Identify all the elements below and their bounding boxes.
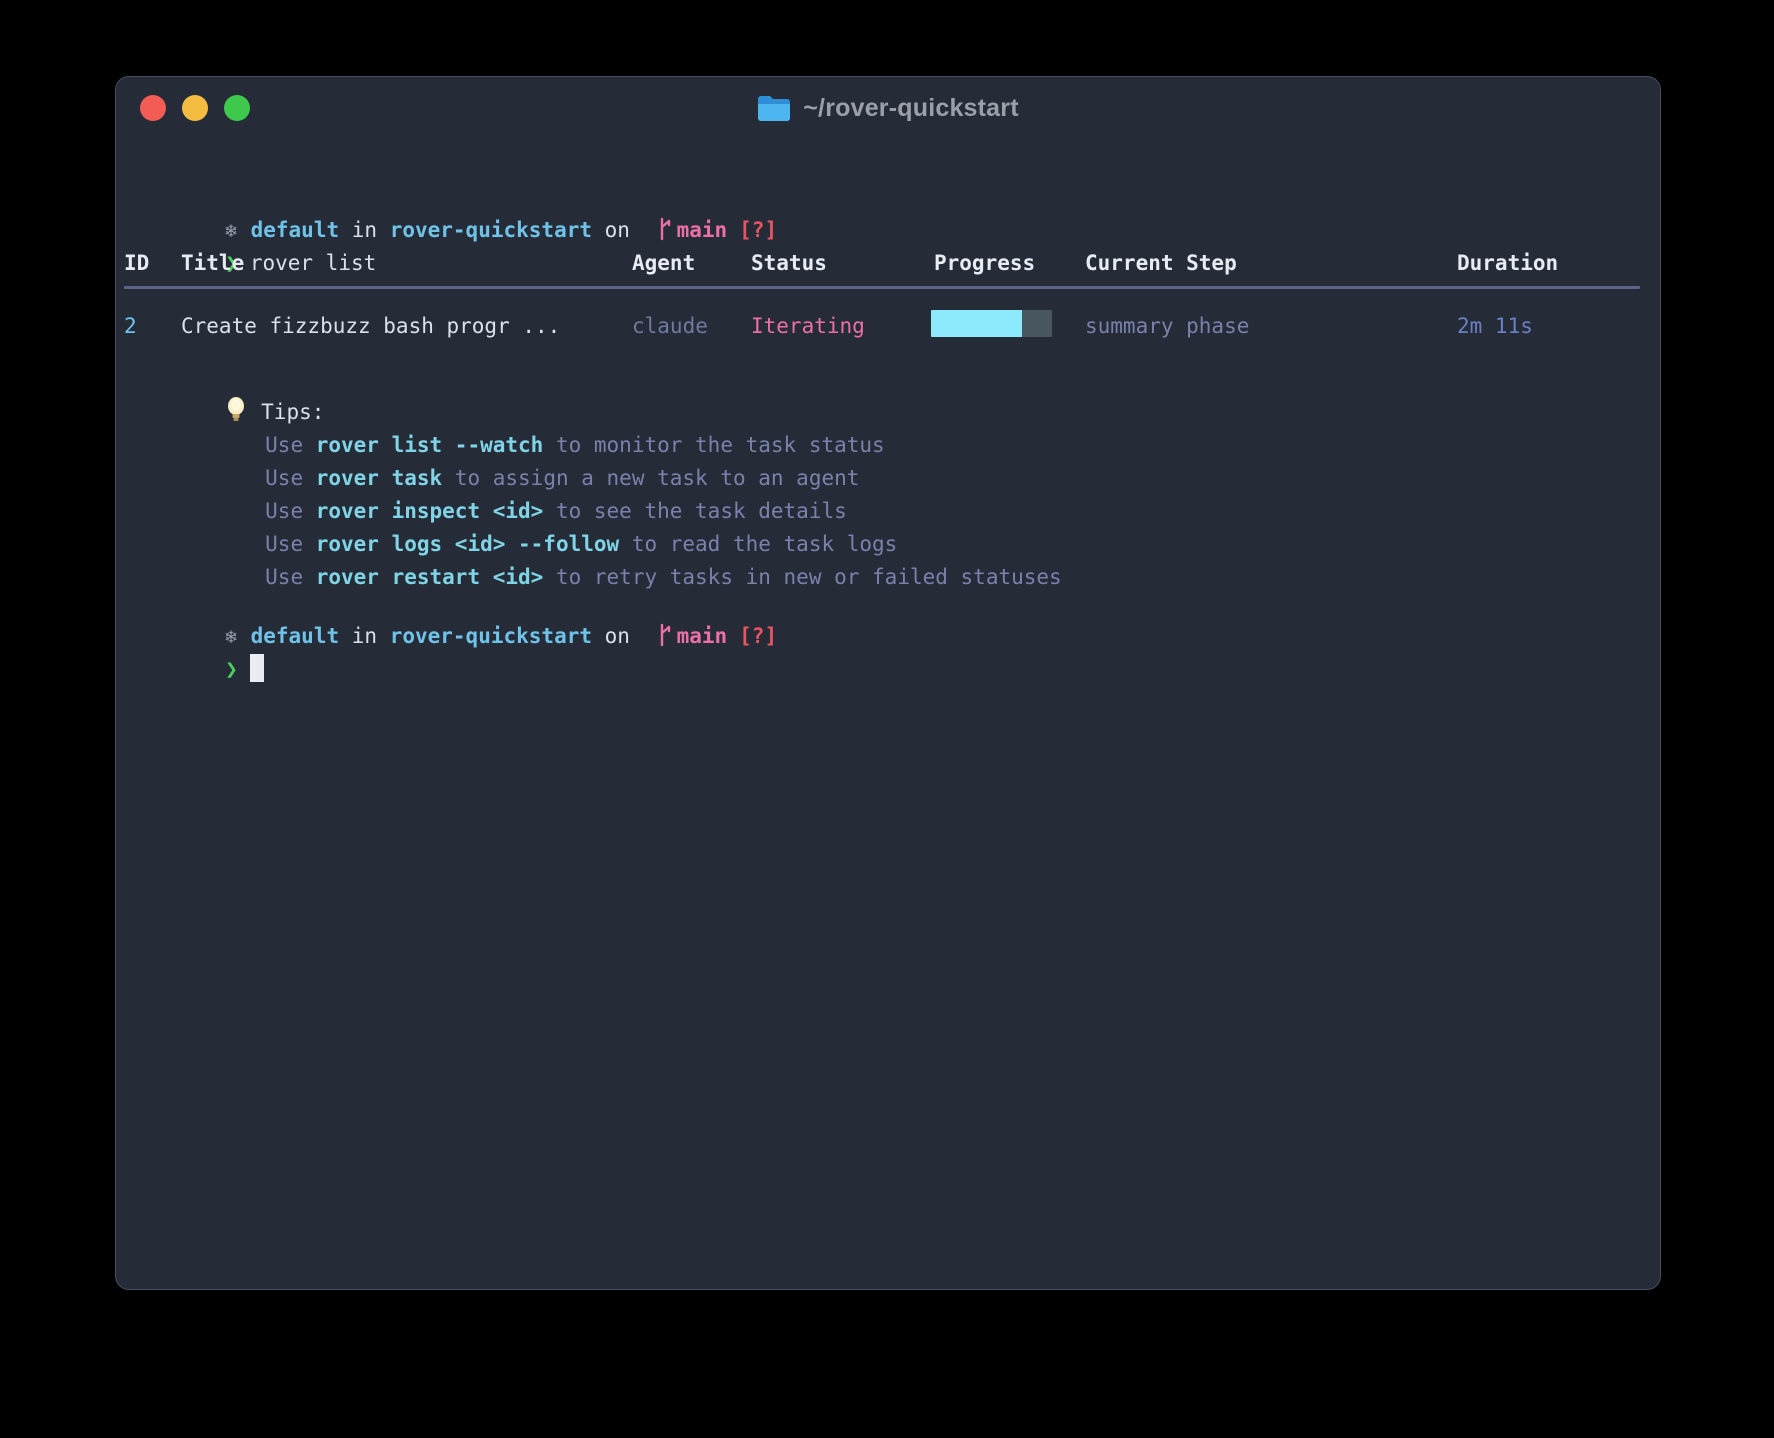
prompt-line: ❄default in rover-quickstart on main[?] <box>124 587 1652 620</box>
header-agent: Agent <box>632 247 695 280</box>
desktop-background: ~/rover-quickstart ❄default in rover-qui… <box>0 0 1774 1438</box>
table-row[interactable]: 2 Create fizzbuzz bash progr ... claude … <box>124 310 1652 343</box>
terminal-window: ~/rover-quickstart ❄default in rover-qui… <box>115 76 1661 1290</box>
tip-line: Use rover task to assign a new task to a… <box>124 429 1652 462</box>
tips-heading-line: Tips: <box>124 363 1652 396</box>
prompt-line: ❄default in rover-quickstart on main[?] <box>124 181 1652 214</box>
tip-line: Use rover list --watch to monitor the ta… <box>124 396 1652 429</box>
task-current-step: summary phase <box>1085 310 1249 343</box>
header-title: Title <box>181 247 244 280</box>
tip-line: Use rover restart <id> to retry tasks in… <box>124 528 1652 561</box>
header-progress: Progress <box>934 247 1035 280</box>
task-title: Create fizzbuzz bash progr ... <box>181 310 560 343</box>
header-current-step: Current Step <box>1085 247 1237 280</box>
progress-fill <box>931 310 1022 337</box>
task-agent: claude <box>632 310 708 343</box>
table-separator <box>124 286 1640 289</box>
progress-bar <box>931 310 1052 337</box>
close-button[interactable] <box>140 95 166 121</box>
window-controls <box>140 95 250 121</box>
header-id: ID <box>124 247 149 280</box>
tip-line: Use rover logs <id> --follow to read the… <box>124 495 1652 528</box>
input-line[interactable]: ❯ <box>124 620 1652 653</box>
task-duration: 2m 11s <box>1457 310 1533 343</box>
window-title-area: ~/rover-quickstart <box>116 77 1660 139</box>
prompt-chevron: ❯ <box>225 657 238 681</box>
task-status: Iterating <box>751 310 865 343</box>
folder-icon <box>757 95 791 122</box>
task-id: 2 <box>124 310 137 343</box>
tip-prefix: Use <box>265 565 316 589</box>
terminal-content[interactable]: ❄default in rover-quickstart on main[?] … <box>116 139 1660 661</box>
tip-line: Use rover inspect <id> to see the task d… <box>124 462 1652 495</box>
table-header-row: ID Title Agent Status Progress Current S… <box>124 247 1652 280</box>
maximize-button[interactable] <box>224 95 250 121</box>
command-line: ❯rover list <box>124 214 1652 247</box>
header-duration: Duration <box>1457 247 1558 280</box>
tip-command: rover restart <id> <box>316 565 544 589</box>
tip-rest: to retry tasks in new or failed statuses <box>543 565 1061 589</box>
titlebar[interactable]: ~/rover-quickstart <box>116 77 1660 139</box>
window-title: ~/rover-quickstart <box>803 94 1019 123</box>
minimize-button[interactable] <box>182 95 208 121</box>
text-cursor <box>250 654 264 682</box>
header-status: Status <box>751 247 827 280</box>
